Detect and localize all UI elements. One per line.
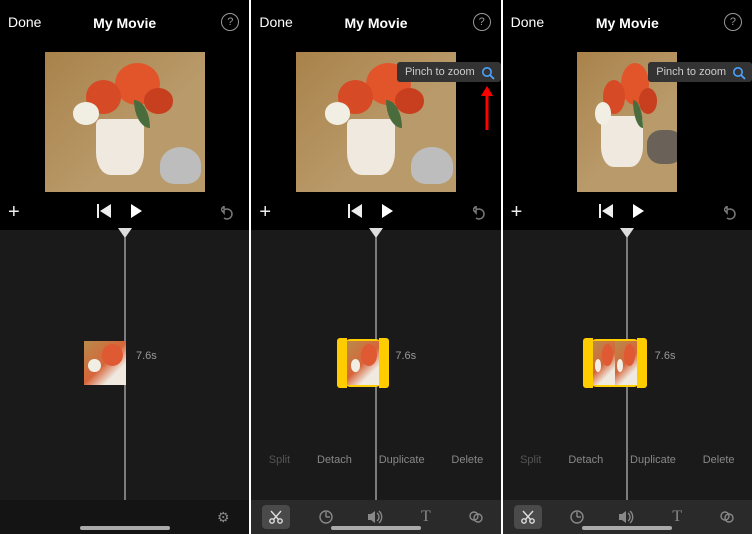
timeline[interactable]: 7.6s Split Detach Duplicate Delete [251,230,500,500]
editor-header: Done My Movie ? [503,0,752,46]
preview-viewport[interactable]: Pinch to zoom [251,46,500,198]
detach-action[interactable]: Detach [317,454,352,466]
titles-tab-icon[interactable]: T [412,508,440,526]
timeline-clip-selected[interactable] [593,341,637,385]
undo-button[interactable] [724,206,742,225]
undo-button[interactable] [221,206,239,225]
tooltip-text: Pinch to zoom [656,66,726,78]
volume-tab-icon[interactable] [362,509,390,525]
transport-bar: + [251,198,500,230]
help-button[interactable]: ? [221,13,239,31]
undo-button[interactable] [473,206,491,225]
transport-bar: + [0,198,249,230]
speed-tab-icon[interactable] [312,509,340,525]
play-button[interactable] [382,204,393,223]
filters-tab-icon[interactable] [713,509,741,525]
three-up-screenshots: Done My Movie ? + [0,0,752,534]
preview-image-landscape [45,52,205,192]
editor-header: Done My Movie ? [251,0,500,46]
clip-duration-label: 7.6s [395,350,416,362]
skip-to-start-button[interactable] [348,204,364,223]
delete-action[interactable]: Delete [451,454,483,466]
split-action[interactable]: Split [269,454,290,466]
project-title: My Movie [93,15,156,31]
help-button[interactable]: ? [473,13,491,31]
skip-to-start-button[interactable] [599,204,615,223]
screen-1: Done My Movie ? + [0,0,249,534]
home-indicator[interactable] [582,526,672,530]
add-media-button[interactable]: + [511,202,523,222]
play-button[interactable] [131,204,142,223]
timeline-clip-selected[interactable] [347,341,379,385]
filters-tab-icon[interactable] [462,509,490,525]
preview-viewport[interactable] [0,46,249,198]
magnifier-icon[interactable] [481,66,495,80]
clip-duration-label: 7.6s [136,350,157,362]
split-action[interactable]: Split [520,454,541,466]
home-indicator[interactable] [80,526,170,530]
editor-header: Done My Movie ? [0,0,249,46]
screen-2: Done My Movie ? Pinch to zoom + [251,0,500,534]
volume-tab-icon[interactable] [613,509,641,525]
done-button[interactable]: Done [8,14,41,30]
speed-tab-icon[interactable] [563,509,591,525]
duplicate-action[interactable]: Duplicate [379,454,425,466]
clip-actions-row: Split Detach Duplicate Delete [251,454,500,466]
transport-bar: + [503,198,752,230]
skip-to-start-button[interactable] [97,204,113,223]
project-title: My Movie [344,15,407,31]
delete-action[interactable]: Delete [703,454,735,466]
add-media-button[interactable]: + [259,202,271,222]
annotation-arrow [479,86,495,130]
done-button[interactable]: Done [259,14,292,30]
project-settings-button[interactable]: ⚙ [209,509,237,526]
help-button[interactable]: ? [724,13,742,31]
clip-actions-row: Split Detach Duplicate Delete [503,454,752,466]
titles-tab-icon[interactable]: T [663,508,691,526]
pinch-to-zoom-tooltip: Pinch to zoom [648,62,752,82]
detach-action[interactable]: Detach [568,454,603,466]
timeline-clip[interactable] [84,341,126,385]
preview-viewport[interactable]: Pinch to zoom [503,46,752,198]
home-indicator[interactable] [331,526,421,530]
actions-tab-scissors[interactable] [262,505,290,529]
magnifier-icon[interactable] [732,66,746,80]
done-button[interactable]: Done [511,14,544,30]
screen-3: Done My Movie ? Pinch to zoom + [503,0,752,534]
timeline[interactable]: 7.6s Split Detach Duplicate Delete [503,230,752,500]
clip-duration-label: 7.6s [655,350,676,362]
duplicate-action[interactable]: Duplicate [630,454,676,466]
pinch-to-zoom-tooltip: Pinch to zoom [397,62,501,82]
project-title: My Movie [596,15,659,31]
actions-tab-scissors[interactable] [514,505,542,529]
play-button[interactable] [633,204,644,223]
tooltip-text: Pinch to zoom [405,66,475,78]
add-media-button[interactable]: + [8,202,20,222]
timeline[interactable]: 7.6s [0,230,249,500]
